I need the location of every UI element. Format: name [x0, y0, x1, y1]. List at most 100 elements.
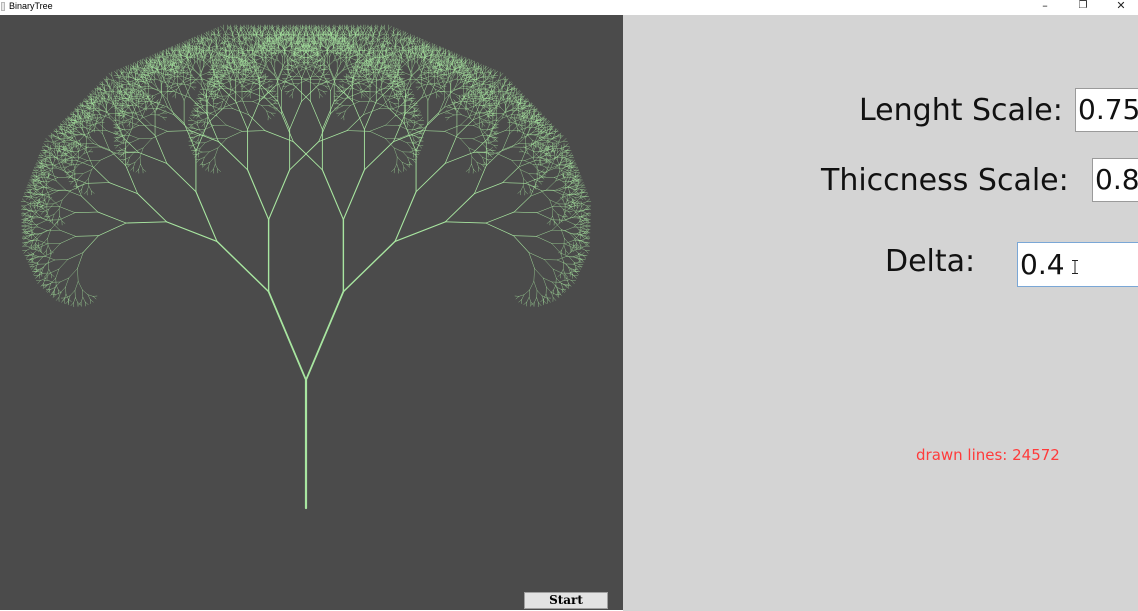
tree-branch [154, 53, 158, 58]
tree-branch [26, 220, 30, 224]
tree-branch [248, 25, 252, 30]
tree-branch [115, 107, 119, 112]
tree-branch [412, 159, 416, 163]
tree-branch [89, 93, 93, 97]
minimize-button[interactable]: – [1030, 0, 1060, 14]
tree-branch [47, 159, 53, 165]
tree-branch [322, 25, 327, 30]
tree-branch [211, 94, 214, 101]
tree-branch [77, 268, 79, 282]
tree-branch [62, 190, 72, 201]
tree-branch [37, 256, 44, 263]
tree-branch [28, 189, 32, 193]
tree-branch [45, 138, 49, 142]
tree-branch [76, 106, 80, 110]
tree-branch [54, 128, 59, 132]
tree-branch [27, 184, 31, 188]
tree-branch [398, 94, 401, 101]
tree-branch [197, 40, 201, 44]
tree-branch [25, 210, 31, 214]
tree-branch [251, 44, 255, 48]
tree-branch [26, 247, 32, 251]
tree-branch [302, 25, 306, 30]
tree-branch [74, 114, 78, 118]
tree-branch [241, 130, 266, 132]
tree-branch [277, 62, 285, 79]
tree-branch [83, 99, 87, 103]
tree-branch [165, 49, 169, 53]
tree-branch [208, 85, 213, 90]
tree-branch [107, 83, 111, 89]
tree-branch [325, 85, 329, 90]
tree-branch [409, 91, 413, 95]
tree-branch [142, 168, 147, 172]
tree-branch [113, 80, 120, 87]
tree-branch [165, 59, 171, 65]
tree-branch [247, 169, 270, 221]
tree-branch [166, 163, 197, 193]
tree-branch [319, 93, 323, 98]
tree-branch [41, 197, 45, 201]
tree-branch [227, 25, 231, 30]
tree-branch [183, 84, 191, 101]
tree-branch [147, 56, 151, 61]
tree-branch [214, 103, 219, 107]
tree-branch [40, 159, 44, 164]
tree-branch [75, 297, 78, 303]
tree-branch [38, 181, 44, 188]
tree-branch [349, 55, 356, 58]
tree-branch [139, 60, 143, 64]
tree-branch [60, 286, 66, 293]
maximize-button[interactable]: ❐ [1068, 0, 1098, 14]
tree-branch [125, 66, 129, 70]
tree-branch [58, 289, 62, 293]
tree-branch [362, 76, 368, 79]
tree-branch [240, 25, 244, 30]
tree-branch [69, 130, 73, 134]
tree-branch [138, 119, 156, 136]
tree-branch [223, 47, 227, 51]
tree-branch [99, 82, 103, 86]
tree-branch [159, 51, 163, 55]
tree-branch [346, 114, 364, 131]
tree-branch [236, 70, 246, 80]
tree-branch [362, 82, 373, 92]
tree-branch [233, 35, 239, 42]
tree-branch [54, 208, 60, 215]
tree-branch [137, 60, 142, 64]
tree-branch [36, 185, 43, 188]
tree-branch [142, 58, 147, 62]
tree-branch [148, 99, 159, 109]
tree-branch [100, 81, 104, 85]
tree-branch [189, 124, 193, 128]
tree-branch [199, 98, 203, 102]
tree-branch [84, 190, 88, 195]
tree-branch [43, 261, 49, 268]
tree-branch [344, 28, 347, 35]
tree-branch [50, 277, 56, 284]
tree-branch [80, 297, 84, 303]
tree-branch [192, 129, 198, 133]
tree-branch [41, 263, 47, 270]
tree-branch [324, 29, 329, 34]
tree-branch [235, 31, 239, 35]
tree-branch [393, 74, 397, 78]
tree-branch [258, 69, 263, 73]
tree-branch [270, 62, 279, 79]
tree-branch [210, 169, 214, 173]
tree-branch [191, 38, 195, 42]
tree-branch [38, 230, 48, 235]
tree-branch [252, 39, 259, 46]
tree-branch [98, 112, 103, 122]
close-button[interactable]: ✕ [1106, 0, 1136, 14]
tree-branch [36, 202, 40, 206]
tree-branch [46, 200, 50, 206]
tree-branch [325, 71, 329, 75]
tree-branch [88, 185, 92, 191]
tree-branch [56, 180, 66, 191]
tree-branch [128, 107, 134, 113]
tree-branch [55, 285, 59, 291]
tree-branch [88, 148, 92, 152]
tree-branch [223, 28, 226, 35]
tree-branch [414, 135, 420, 138]
